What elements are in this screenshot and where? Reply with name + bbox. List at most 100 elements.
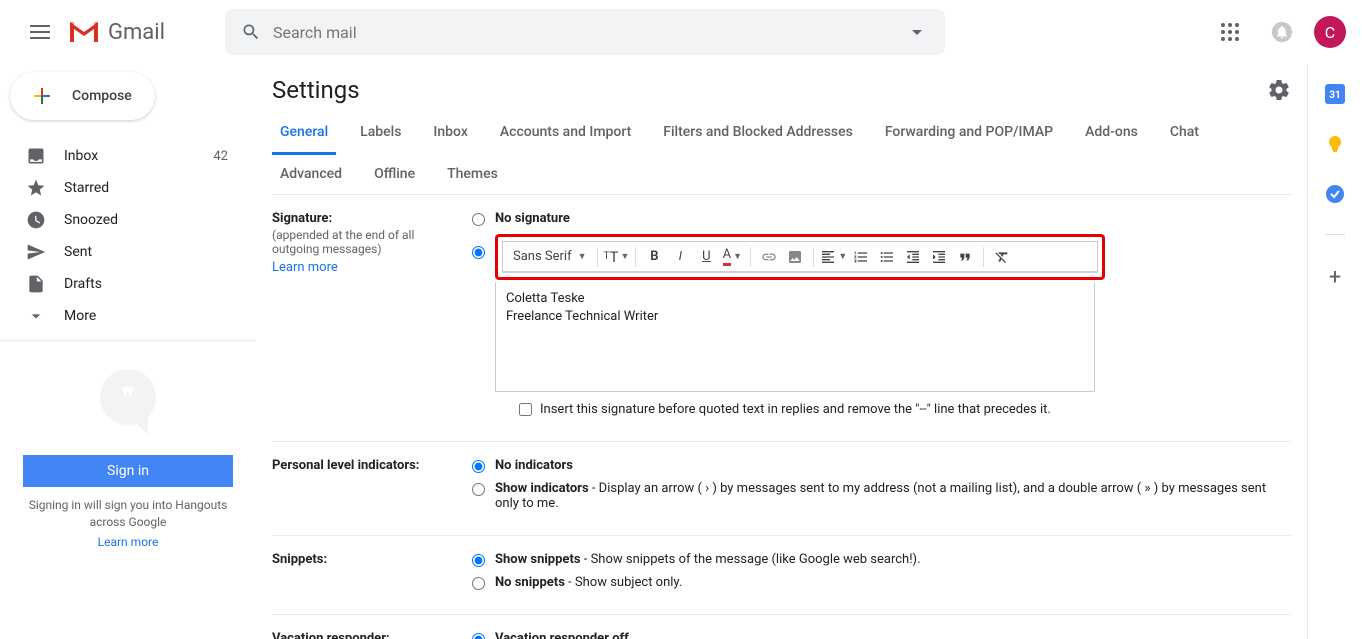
text-color-button[interactable]: A▼	[720, 245, 744, 269]
show-snippets-radio[interactable]	[472, 554, 485, 567]
nav-list: Inbox 42 Starred Snoozed Sent Drafts	[0, 132, 256, 332]
link-button[interactable]	[757, 245, 781, 269]
italic-button[interactable]: I	[668, 245, 692, 269]
show-snippets-desc: - Show snippets of the message (like Goo…	[581, 552, 921, 567]
tab-general[interactable]: General	[272, 112, 336, 155]
align-button[interactable]: ▼	[820, 245, 847, 269]
search-options-dropdown[interactable]	[905, 20, 929, 44]
separator	[983, 247, 984, 267]
remove-format-button[interactable]	[990, 245, 1014, 269]
show-indicators-label: Show indicators	[495, 481, 589, 496]
sidebar-item-drafts[interactable]: Drafts	[0, 268, 256, 300]
header: Gmail C	[0, 0, 1362, 64]
logo[interactable]: Gmail	[68, 20, 165, 45]
main-menu-button[interactable]	[16, 8, 64, 56]
caret-down-icon	[912, 30, 922, 35]
apps-grid-icon	[1221, 23, 1239, 41]
calendar-button[interactable]: 31	[1325, 84, 1345, 104]
vacation-off-radio[interactable]	[472, 633, 485, 639]
sidebar: Compose Inbox 42 Starred Snoozed Sent	[0, 64, 256, 639]
signature-textarea[interactable]: Coletta Teske Freelance Technical Writer	[495, 282, 1095, 392]
sidebar-item-sent[interactable]: Sent	[0, 236, 256, 268]
caret-down-icon: ▼	[578, 251, 587, 262]
tab-labels[interactable]: Labels	[352, 112, 409, 154]
vacation-off-label: Vacation responder off	[495, 631, 629, 639]
nav-label: More	[64, 308, 244, 324]
font-name: Sans Serif	[513, 249, 572, 264]
hangouts-area: ❞ Sign in Signing in will sign you into …	[0, 349, 256, 639]
numbered-list-button[interactable]	[849, 245, 873, 269]
settings-header: Settings	[272, 76, 1291, 104]
sidebar-item-snoozed[interactable]: Snoozed	[0, 204, 256, 236]
add-addon-button[interactable]: +	[1329, 265, 1341, 290]
search-input[interactable]	[273, 23, 905, 42]
image-button[interactable]	[783, 245, 807, 269]
numbered-list-icon	[853, 249, 869, 265]
show-indicators-radio[interactable]	[472, 483, 485, 496]
tab-advanced[interactable]: Advanced	[272, 154, 350, 194]
bullet-list-icon	[879, 249, 895, 265]
tabs: General Labels Inbox Accounts and Import…	[272, 112, 1291, 195]
caret-down-icon: ▼	[620, 251, 629, 262]
signature-radio[interactable]	[472, 246, 485, 259]
bold-button[interactable]: B	[642, 245, 666, 269]
sidebar-item-more[interactable]: More	[0, 300, 256, 332]
hamburger-icon	[30, 25, 50, 39]
divider	[0, 340, 256, 341]
search-box[interactable]	[225, 9, 945, 55]
search-icon	[241, 22, 261, 42]
tab-inbox[interactable]: Inbox	[425, 112, 475, 154]
sidebar-item-starred[interactable]: Starred	[0, 172, 256, 204]
no-indicators-radio[interactable]	[472, 460, 485, 473]
side-panel: 31 +	[1308, 64, 1362, 639]
insert-signature-label: Insert this signature before quoted text…	[540, 402, 1051, 417]
clock-icon	[26, 210, 46, 230]
tab-accounts[interactable]: Accounts and Import	[492, 112, 639, 154]
notifications-button[interactable]	[1262, 12, 1302, 52]
font-family-select[interactable]: Sans Serif ▼	[509, 245, 591, 269]
tab-offline[interactable]: Offline	[366, 154, 423, 194]
drafts-icon	[26, 274, 46, 294]
insert-signature-checkbox[interactable]	[519, 403, 532, 416]
no-snippets-label: No snippets	[495, 575, 565, 590]
indent-less-button[interactable]	[901, 245, 925, 269]
separator	[750, 247, 751, 267]
align-icon	[820, 249, 836, 265]
underline-button[interactable]: U	[694, 245, 718, 269]
bullet-list-button[interactable]	[875, 245, 899, 269]
svg-text:31: 31	[1329, 90, 1340, 101]
learn-more-link[interactable]: Learn more	[98, 535, 159, 549]
keep-button[interactable]	[1325, 134, 1345, 154]
no-snippets-radio[interactable]	[472, 577, 485, 590]
compose-button[interactable]: Compose	[10, 72, 155, 120]
link-icon	[761, 249, 777, 265]
tab-forwarding[interactable]: Forwarding and POP/IMAP	[877, 112, 1061, 154]
font-size-button[interactable]: TT▼	[604, 245, 630, 269]
account-avatar[interactable]: C	[1314, 16, 1346, 48]
sidebar-item-inbox[interactable]: Inbox 42	[0, 140, 256, 172]
no-signature-label: No signature	[495, 211, 570, 226]
quote-button[interactable]	[953, 245, 977, 269]
caret-down-icon: ▼	[838, 251, 847, 262]
tab-chat[interactable]: Chat	[1162, 112, 1207, 154]
main-content: Settings General Labels Inbox Accounts a…	[256, 64, 1308, 639]
indent-more-icon	[931, 249, 947, 265]
gear-icon[interactable]	[1267, 78, 1291, 102]
hangouts-icon: ❞	[100, 369, 156, 425]
signin-button[interactable]: Sign in	[23, 455, 233, 487]
tasks-button[interactable]	[1325, 184, 1345, 204]
compose-label: Compose	[72, 88, 132, 104]
tab-addons[interactable]: Add-ons	[1077, 112, 1146, 154]
tab-filters[interactable]: Filters and Blocked Addresses	[655, 112, 861, 154]
indent-more-button[interactable]	[927, 245, 951, 269]
apps-button[interactable]	[1210, 12, 1250, 52]
nav-label: Inbox	[64, 148, 213, 164]
nav-label: Sent	[64, 244, 244, 260]
quote-icon	[957, 249, 973, 265]
no-signature-radio[interactable]	[472, 213, 485, 226]
chevron-down-icon	[26, 306, 46, 326]
nav-label: Snoozed	[64, 212, 244, 228]
learn-more-link[interactable]: Learn more	[272, 260, 456, 275]
tab-themes[interactable]: Themes	[439, 154, 506, 194]
signature-section: Signature: (appended at the end of all o…	[272, 195, 1291, 442]
